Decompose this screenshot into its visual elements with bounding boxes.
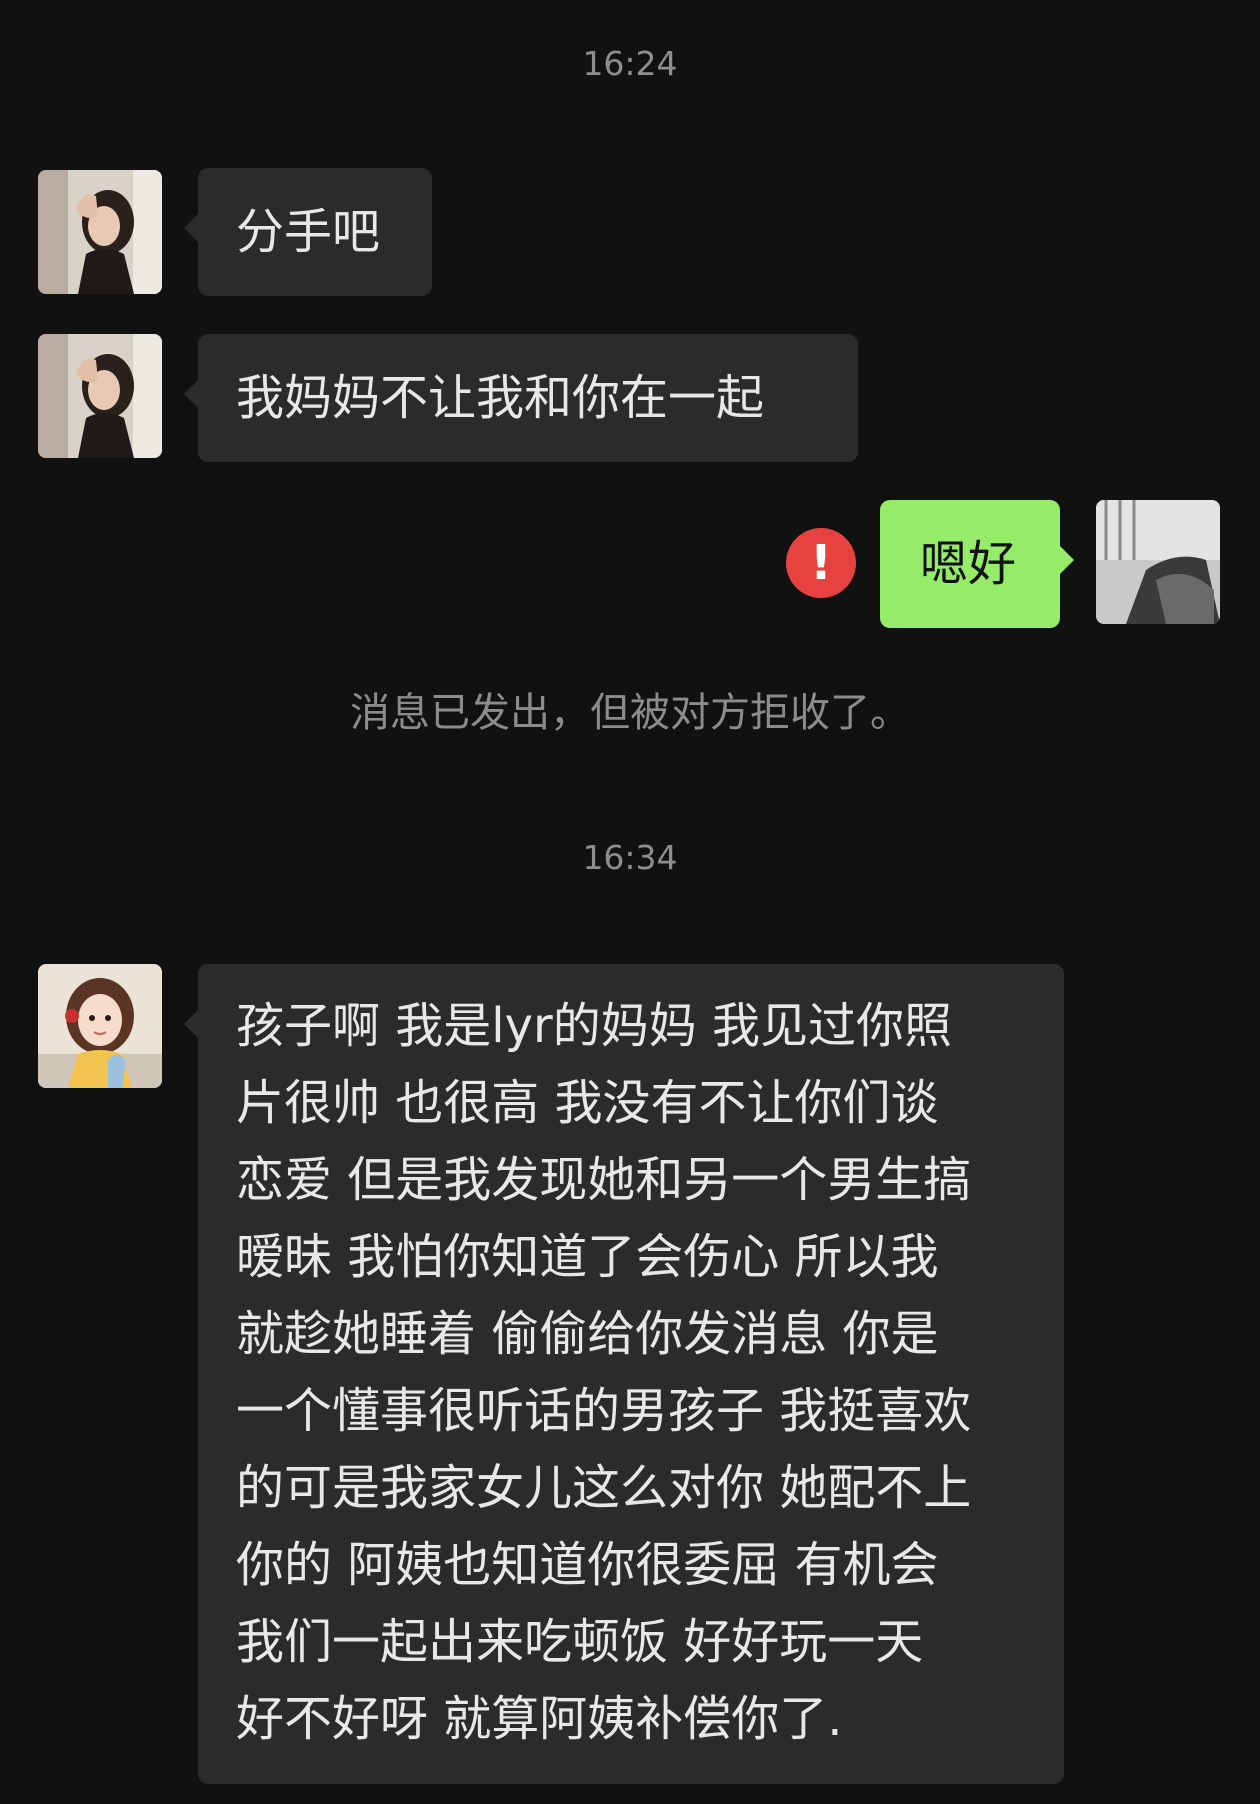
send-failed-icon[interactable]: ! (786, 528, 856, 598)
mother-avatar-image (38, 964, 162, 1088)
message-text: 孩子啊 我是lyr的妈妈 我见过你照 片很帅 也很高 我没有不让你们谈 恋爱 但… (236, 998, 972, 1747)
incoming-message-bubble[interactable]: 分手吧 (184, 168, 432, 296)
girlfriend-avatar[interactable] (38, 334, 162, 458)
message-text: 嗯好 (920, 536, 1017, 592)
message-text: 我妈妈不让我和你在一起 (236, 370, 765, 426)
girlfriend-avatar-image (38, 170, 162, 294)
my-avatar[interactable] (1096, 500, 1220, 624)
girlfriend-avatar[interactable] (38, 170, 162, 294)
incoming-message-bubble[interactable]: 我妈妈不让我和你在一起 (184, 334, 858, 462)
incoming-message-bubble[interactable]: 孩子啊 我是lyr的妈妈 我见过你照 片很帅 也很高 我没有不让你们谈 恋爱 但… (184, 964, 1064, 1784)
outgoing-message-bubble[interactable]: 嗯好 (880, 500, 1074, 628)
timestamp: 16:34 (582, 838, 678, 877)
mother-avatar[interactable] (38, 964, 162, 1088)
girlfriend-avatar-image (38, 334, 162, 458)
my-avatar-image (1096, 500, 1220, 624)
message-text: 分手吧 (236, 204, 381, 260)
chat-window: 16:24 分手吧 我妈妈不让我和你在一起 ! 嗯好 消息已发出，但被对方拒收了… (0, 0, 1260, 1804)
system-notice: 消息已发出，但被对方拒收了。 (350, 690, 910, 736)
timestamp: 16:24 (582, 44, 678, 83)
